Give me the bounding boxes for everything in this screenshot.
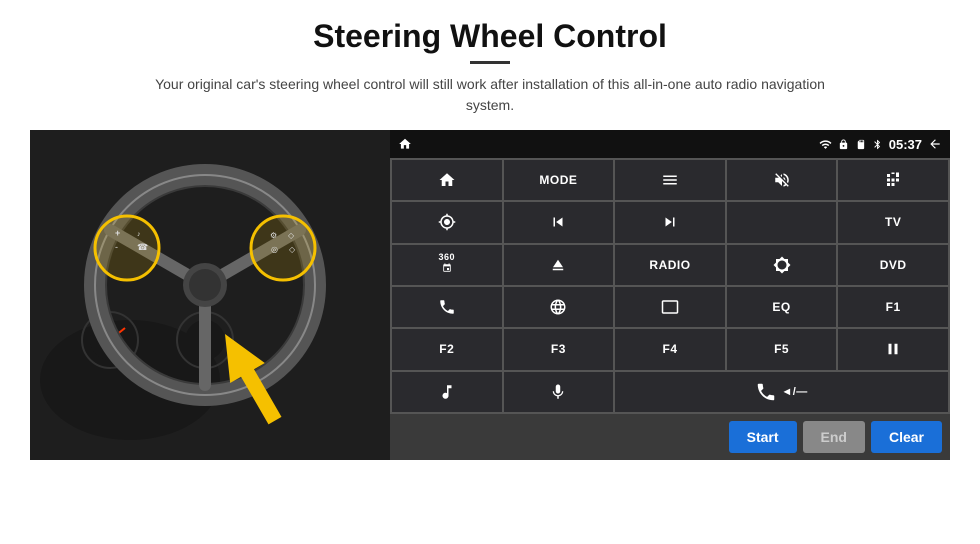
settings-btn[interactable] xyxy=(392,202,502,242)
next-btn[interactable] xyxy=(615,202,725,242)
media-btn[interactable]: TV xyxy=(838,202,948,242)
brightness-btn-icon xyxy=(773,256,791,274)
wifi-icon xyxy=(819,138,832,151)
f3-btn[interactable]: F3 xyxy=(504,329,614,369)
screen-btn[interactable] xyxy=(615,287,725,327)
title-divider xyxy=(470,61,510,64)
apps-btn[interactable] xyxy=(838,160,948,200)
svg-text:◎: ◎ xyxy=(271,245,278,254)
page-subtitle: Your original car's steering wheel contr… xyxy=(140,74,840,116)
svg-text:◇: ◇ xyxy=(288,231,295,240)
apps-btn-icon xyxy=(884,171,902,189)
phone-btn[interactable] xyxy=(392,287,502,327)
lock-icon xyxy=(838,139,849,150)
bluetooth-icon xyxy=(872,138,883,151)
callend-btn-icon xyxy=(755,381,777,403)
home-status-icon xyxy=(398,137,412,151)
status-bar-right: 05:37 xyxy=(819,137,942,152)
back-icon xyxy=(928,137,942,151)
eject-btn[interactable] xyxy=(504,245,614,285)
list-btn[interactable] xyxy=(615,160,725,200)
svg-text:+: + xyxy=(115,228,120,238)
steering-wheel-image: + ♪ - ☎ ⚙ ◇ ◎ ◇ xyxy=(30,130,390,460)
home-btn-icon xyxy=(438,171,456,189)
f5-btn[interactable]: F5 xyxy=(727,329,837,369)
music-btn-icon xyxy=(438,383,456,401)
prev-btn[interactable] xyxy=(504,202,614,242)
brightness-btn[interactable] xyxy=(727,245,837,285)
eq-btn[interactable]: EQ xyxy=(727,287,837,327)
f1-btn[interactable]: F1 xyxy=(838,287,948,327)
bottom-bar: Start End Clear xyxy=(390,414,950,460)
list-btn-icon xyxy=(661,171,679,189)
tv-btn[interactable] xyxy=(727,202,837,242)
status-bar: 05:37 xyxy=(390,130,950,158)
eject-btn-icon xyxy=(549,256,567,274)
button-grid: MODE xyxy=(390,158,950,414)
status-time: 05:37 xyxy=(889,137,922,152)
prev-btn-icon xyxy=(549,213,567,231)
360cam-label: 360 xyxy=(439,253,456,276)
svg-text:◇: ◇ xyxy=(289,245,296,254)
status-bar-left xyxy=(398,137,412,151)
dvd-btn[interactable]: DVD xyxy=(838,245,948,285)
360cam-btn[interactable]: 360 xyxy=(392,245,502,285)
mute-btn[interactable] xyxy=(727,160,837,200)
mute-btn-icon xyxy=(773,171,791,189)
radio-btn[interactable]: RADIO xyxy=(615,245,725,285)
f4-btn[interactable]: F4 xyxy=(615,329,725,369)
callend-label: ◄/— xyxy=(781,386,807,398)
android-panel: 05:37 MODE xyxy=(390,130,950,460)
next-btn-icon xyxy=(661,213,679,231)
playpause-btn-icon xyxy=(884,340,902,358)
content-row: + ♪ - ☎ ⚙ ◇ ◎ ◇ xyxy=(30,130,950,460)
mode-btn[interactable]: MODE xyxy=(504,160,614,200)
svg-text:☎: ☎ xyxy=(137,242,148,252)
mic-btn-icon xyxy=(549,383,567,401)
globe-btn[interactable] xyxy=(504,287,614,327)
clear-button[interactable]: Clear xyxy=(871,421,942,453)
page-title: Steering Wheel Control xyxy=(313,18,667,55)
f2-btn[interactable]: F2 xyxy=(392,329,502,369)
page-container: Steering Wheel Control Your original car… xyxy=(0,0,980,544)
steering-svg: + ♪ - ☎ ⚙ ◇ ◎ ◇ xyxy=(30,130,390,460)
screen-btn-icon xyxy=(661,298,679,316)
sdcard-icon xyxy=(855,139,866,150)
phone-btn-icon xyxy=(438,298,456,316)
svg-text:⚙: ⚙ xyxy=(270,231,277,240)
globe-btn-icon xyxy=(549,298,567,316)
settings-btn-icon xyxy=(438,213,456,231)
mic-btn[interactable] xyxy=(504,372,614,412)
home-btn[interactable] xyxy=(392,160,502,200)
playpause-btn[interactable] xyxy=(838,329,948,369)
start-button[interactable]: Start xyxy=(729,421,797,453)
end-button[interactable]: End xyxy=(803,421,865,453)
svg-text:♪: ♪ xyxy=(137,231,141,238)
svg-text:-: - xyxy=(115,242,118,252)
callend-btn[interactable]: ◄/— xyxy=(615,372,948,412)
music-btn[interactable] xyxy=(392,372,502,412)
